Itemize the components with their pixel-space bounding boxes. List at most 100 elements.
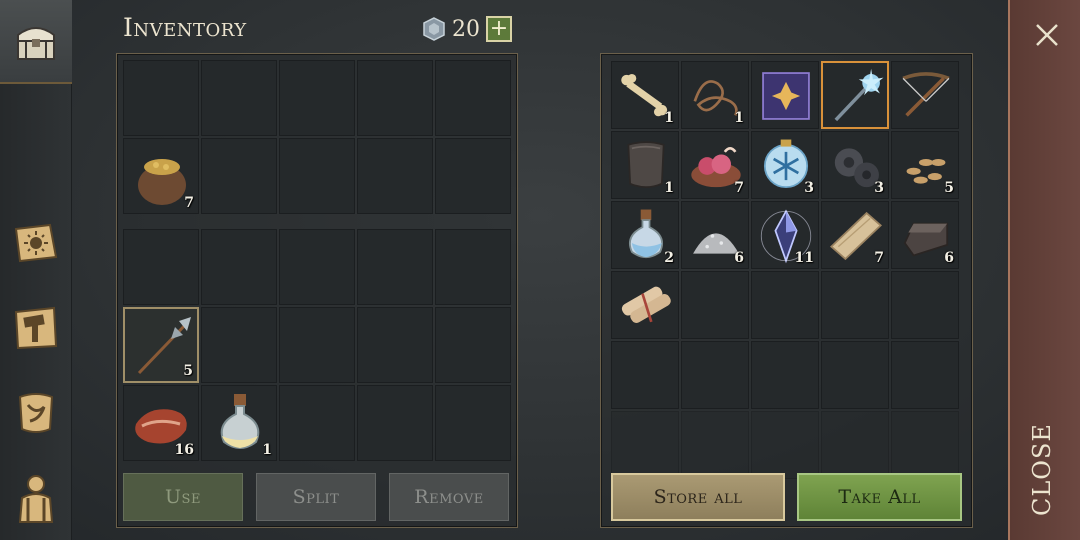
empty-slot[interactable] [435, 385, 511, 461]
inventory-slot[interactable]: 7 [821, 201, 889, 269]
inventory-slot[interactable] [821, 61, 889, 129]
empty-slot[interactable] [821, 271, 889, 339]
empty-slot[interactable] [123, 229, 199, 305]
item-quantity: 3 [804, 180, 814, 196]
storage-grid: 1 1 1 7 3 3 5 2 6 11 7 6 [611, 61, 959, 479]
spellbook-icon [762, 72, 810, 120]
backpack-figure-icon [18, 475, 54, 523]
empty-slot[interactable] [435, 60, 511, 136]
empty-slot[interactable] [681, 341, 749, 409]
item-quantity: 6 [944, 250, 954, 266]
sun-book-icon [14, 223, 58, 263]
empty-slot[interactable] [751, 341, 819, 409]
add-currency-button[interactable]: + [486, 16, 512, 42]
empty-slot[interactable] [201, 60, 277, 136]
backpack-grid: 5 16 1 [123, 229, 511, 461]
inventory-slot[interactable] [891, 61, 959, 129]
empty-slot[interactable] [435, 229, 511, 305]
empty-slot[interactable] [611, 341, 679, 409]
currency-display: 20 + [422, 14, 512, 44]
empty-slot[interactable] [201, 138, 277, 214]
empty-slot[interactable] [357, 385, 433, 461]
remove-button[interactable]: Remove [389, 473, 509, 521]
close-strip[interactable]: CLOSE [1008, 0, 1080, 540]
pockets-grid: 7 [123, 60, 511, 214]
tab-crafting[interactable] [0, 292, 72, 364]
hammer-icon [14, 306, 58, 350]
empty-slot[interactable] [435, 307, 511, 383]
inventory-slot[interactable]: 1 [611, 61, 679, 129]
empty-slot[interactable] [279, 385, 355, 461]
inventory-slot[interactable]: 16 [123, 385, 199, 461]
inventory-slot[interactable]: 7 [681, 131, 749, 199]
chest-icon [17, 27, 55, 60]
left-nav [0, 0, 72, 540]
empty-slot[interactable] [279, 229, 355, 305]
empty-slot[interactable] [821, 341, 889, 409]
item-quantity: 16 [174, 442, 194, 458]
inventory-slot[interactable]: 5 [891, 131, 959, 199]
empty-slot[interactable] [279, 60, 355, 136]
page-title: Inventory [123, 13, 247, 42]
crossbow-icon [902, 72, 950, 117]
item-quantity: 7 [184, 195, 194, 211]
tab-chest[interactable] [0, 0, 72, 84]
scroll-bundle-icon [621, 286, 671, 323]
empty-slot[interactable] [681, 411, 749, 479]
inventory-slot[interactable] [751, 61, 819, 129]
item-quantity: 2 [664, 250, 674, 266]
empty-slot[interactable] [357, 307, 433, 383]
empty-slot[interactable] [357, 138, 433, 214]
item-quantity: 5 [183, 363, 193, 379]
inventory-slot[interactable]: 1 [681, 61, 749, 129]
split-button[interactable]: Split [256, 473, 376, 521]
inventory-slot[interactable]: 7 [123, 138, 199, 214]
inventory-slot[interactable]: 6 [891, 201, 959, 269]
empty-slot[interactable] [357, 60, 433, 136]
empty-slot[interactable] [279, 138, 355, 214]
inventory-slot[interactable]: 6 [681, 201, 749, 269]
take-all-button[interactable]: Take All [797, 473, 962, 521]
inventory-slot[interactable]: 2 [611, 201, 679, 269]
tab-map[interactable] [0, 377, 72, 449]
item-quantity: 7 [874, 250, 884, 266]
use-button[interactable]: Use [123, 473, 243, 521]
empty-slot[interactable] [435, 138, 511, 214]
empty-slot[interactable] [611, 411, 679, 479]
inventory-slot[interactable]: 1 [201, 385, 277, 461]
item-quantity: 1 [664, 180, 674, 196]
gem-icon [423, 17, 445, 41]
empty-slot[interactable] [891, 411, 959, 479]
empty-slot[interactable] [279, 307, 355, 383]
empty-slot[interactable] [123, 60, 199, 136]
item-quantity: 1 [664, 110, 674, 126]
item-quantity: 6 [734, 250, 744, 266]
empty-slot[interactable] [751, 271, 819, 339]
empty-slot[interactable] [357, 229, 433, 305]
inventory-slot[interactable]: 1 [611, 131, 679, 199]
empty-slot[interactable] [201, 229, 277, 305]
empty-slot[interactable] [891, 271, 959, 339]
item-quantity: 1 [262, 442, 272, 458]
item-quantity: 3 [874, 180, 884, 196]
empty-slot[interactable] [821, 411, 889, 479]
inventory-slot[interactable]: 3 [821, 131, 889, 199]
close-label[interactable]: CLOSE [1028, 423, 1058, 516]
item-quantity: 5 [944, 180, 954, 196]
tab-character[interactable] [0, 462, 72, 534]
close-icon[interactable] [1032, 20, 1062, 50]
tab-skills[interactable] [0, 207, 72, 279]
inventory-slot[interactable] [611, 271, 679, 339]
inventory-slot[interactable]: 11 [751, 201, 819, 269]
empty-slot[interactable] [201, 307, 277, 383]
ice-mace-icon [834, 68, 884, 122]
item-quantity: 1 [734, 110, 744, 126]
item-quantity: 11 [794, 250, 814, 266]
store-all-button[interactable]: Store all [611, 473, 785, 521]
scroll-icon [18, 393, 54, 433]
empty-slot[interactable] [751, 411, 819, 479]
inventory-slot[interactable]: 5 [123, 307, 199, 383]
empty-slot[interactable] [681, 271, 749, 339]
empty-slot[interactable] [891, 341, 959, 409]
inventory-slot[interactable]: 3 [751, 131, 819, 199]
